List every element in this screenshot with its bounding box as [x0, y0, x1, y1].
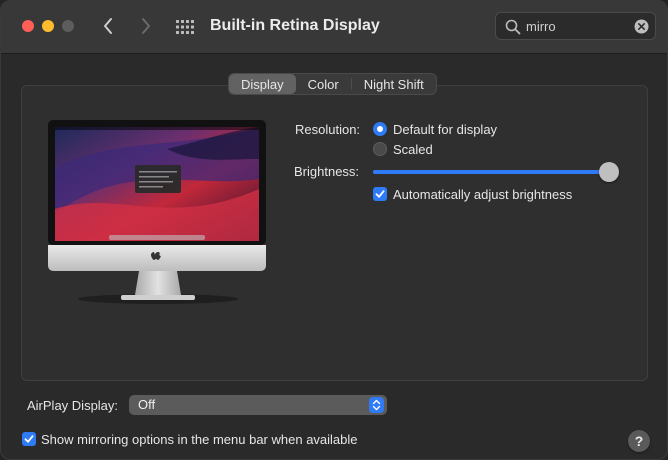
resolution-default-label[interactable]: Default for display	[393, 122, 497, 137]
forward-button[interactable]	[135, 15, 157, 37]
checkmark-icon	[24, 435, 34, 443]
search-field[interactable]	[495, 12, 656, 40]
show-all-grid-icon[interactable]	[175, 17, 195, 37]
brightness-label: Brightness:	[294, 164, 360, 179]
close-window-button[interactable]	[22, 20, 34, 32]
brightness-slider[interactable]	[373, 170, 611, 174]
tab-bar: Display Color Night Shift	[228, 73, 437, 95]
chevron-right-icon	[142, 18, 150, 34]
chevron-left-icon	[104, 18, 112, 34]
show-mirroring-checkbox[interactable]	[22, 432, 36, 446]
imac-display-illustration	[48, 120, 266, 304]
system-preferences-window: Built-in Retina Display Display Color Ni…	[0, 0, 668, 460]
tab-color[interactable]: Color	[296, 74, 351, 94]
airplay-display-select[interactable]: Off	[129, 395, 387, 415]
window-title: Built-in Retina Display	[210, 17, 380, 34]
title-bar: Built-in Retina Display	[1, 1, 667, 54]
up-down-chevron-icon	[372, 399, 381, 411]
resolution-scaled-radio[interactable]	[373, 142, 387, 156]
tab-night-shift[interactable]: Night Shift	[352, 74, 436, 94]
resolution-default-radio[interactable]	[373, 122, 387, 136]
auto-brightness-checkbox[interactable]	[373, 187, 387, 201]
auto-brightness-label[interactable]: Automatically adjust brightness	[393, 187, 572, 202]
checkmark-icon	[375, 190, 385, 198]
airplay-display-value: Off	[138, 397, 156, 412]
select-stepper	[369, 397, 384, 413]
back-button[interactable]	[97, 15, 119, 37]
search-icon	[505, 19, 521, 35]
minimize-window-button[interactable]	[42, 20, 54, 32]
tab-display[interactable]: Display	[229, 74, 296, 94]
zoom-window-button[interactable]	[62, 20, 74, 32]
search-input[interactable]	[526, 17, 626, 35]
resolution-scaled-label[interactable]: Scaled	[393, 142, 433, 157]
help-button[interactable]: ?	[628, 430, 650, 452]
resolution-label: Resolution:	[295, 122, 361, 137]
brightness-slider-knob[interactable]	[599, 162, 619, 182]
show-mirroring-label[interactable]: Show mirroring options in the menu bar w…	[41, 432, 358, 447]
brightness-slider-fill	[373, 170, 609, 174]
clear-search-icon[interactable]	[634, 19, 649, 34]
airplay-display-label: AirPlay Display:	[27, 398, 119, 413]
